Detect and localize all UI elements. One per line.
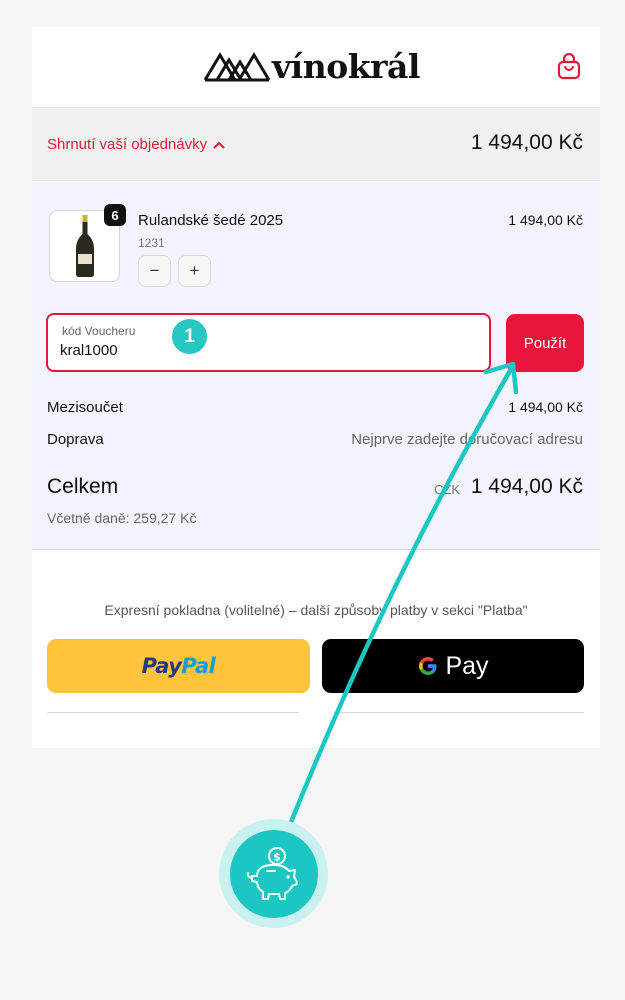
- google-pay-label: Pay: [445, 651, 489, 680]
- voucher-field[interactable]: kód Voucheru 1: [46, 313, 491, 372]
- order-summary-label: Shrnutí vaší objednávky: [47, 136, 208, 153]
- subtotal-value: 1 494,00 Kč: [508, 399, 583, 415]
- checkout-card: vínokrál Shrnutí vaší objednávky 1 494,0…: [32, 27, 600, 748]
- express-checkout-text: Expresní pokladna (volitelné) – další zp…: [104, 602, 528, 618]
- shopping-bag-icon[interactable]: [556, 52, 582, 81]
- tax-note: Včetně daně: 259,27 Kč: [47, 510, 197, 526]
- brand-name: vínokrál: [272, 47, 420, 86]
- summary-total: 1 494,00 Kč: [470, 131, 583, 154]
- brand-logo[interactable]: vínokrál: [204, 47, 420, 87]
- total-label: Celkem: [47, 475, 119, 498]
- shipping-label: Doprava: [47, 431, 104, 448]
- google-g-icon: [419, 657, 437, 675]
- chevron-up-icon: [213, 141, 225, 149]
- order-summary-toggle[interactable]: Shrnutí vaší objednávky: [47, 136, 225, 153]
- paypal-logo: PayPal: [141, 654, 216, 678]
- product-price: 1 494,00 Kč: [508, 212, 583, 228]
- currency-code: CZK: [434, 482, 460, 497]
- voucher-label: kód Voucheru: [62, 324, 136, 338]
- increase-quantity-button[interactable]: +: [178, 255, 211, 287]
- wine-bottle-icon: [75, 215, 94, 277]
- product-code: 1231: [138, 236, 165, 250]
- order-details: 6 Rulandské šedé 2025 1231 1 494,00 Kč −…: [32, 182, 600, 550]
- total-value: 1 494,00 Kč: [470, 475, 583, 498]
- voucher-input[interactable]: [60, 342, 360, 359]
- piggy-bank-coin-icon: $: [219, 819, 328, 928]
- decrease-quantity-button[interactable]: −: [138, 255, 171, 287]
- google-pay-button[interactable]: Pay: [322, 639, 584, 693]
- svg-text:$: $: [273, 850, 281, 863]
- shipping-value: Nejprve zadejte doručovací adresu: [351, 431, 583, 448]
- product-name: Rulandské šedé 2025: [138, 212, 284, 229]
- mountain-logo-icon: [204, 52, 270, 82]
- subtotal-label: Mezisoučet: [47, 399, 123, 416]
- order-summary-bar: Shrnutí vaší objednávky 1 494,00 Kč: [32, 108, 600, 181]
- quantity-badge: 6: [104, 204, 126, 226]
- apply-voucher-button[interactable]: Použít: [506, 314, 584, 372]
- header: vínokrál: [32, 27, 600, 108]
- divider: [47, 712, 299, 713]
- step-number-badge: 1: [172, 319, 207, 354]
- divider: [334, 712, 584, 713]
- paypal-button[interactable]: PayPal: [47, 639, 310, 693]
